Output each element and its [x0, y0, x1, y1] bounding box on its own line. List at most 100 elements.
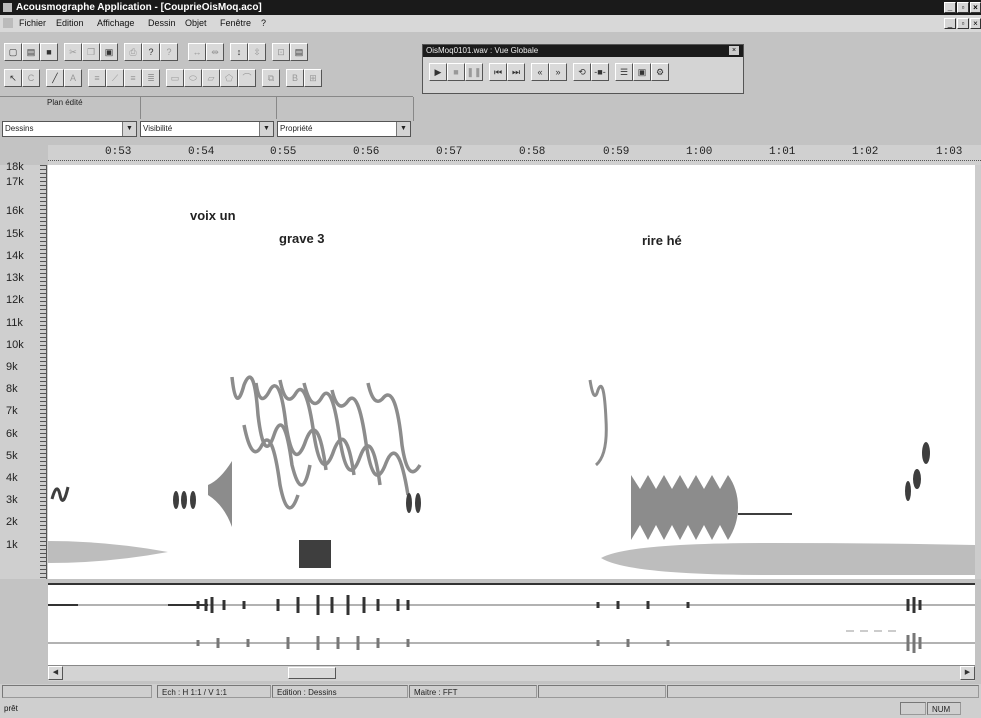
ellipse-shape: [601, 543, 975, 575]
align-right-icon[interactable]: ≡: [124, 69, 142, 87]
divider: [276, 97, 277, 119]
new-file-icon[interactable]: ▢: [4, 43, 22, 61]
group-icon[interactable]: B: [286, 69, 304, 87]
paste-icon[interactable]: ▣: [100, 43, 118, 61]
zoom-horizontal-out-icon[interactable]: ⇹: [206, 43, 224, 61]
pause-icon[interactable]: ❚❚: [465, 63, 483, 81]
marker-icon[interactable]: -■-: [591, 63, 609, 81]
dessins-value: Dessins: [5, 124, 34, 133]
drawing-shapes[interactable]: [48, 165, 975, 579]
ruler-label: 1:01: [769, 146, 796, 158]
doc-minimize-button[interactable]: _: [944, 18, 956, 29]
chevron-down-icon[interactable]: ▼: [259, 122, 273, 136]
text-tool-icon[interactable]: A: [64, 69, 82, 87]
y-label: 16k: [6, 205, 24, 217]
status-panel: [900, 702, 926, 715]
menu-edition[interactable]: Edition: [56, 15, 84, 32]
zoom-vertical-in-icon[interactable]: ↕: [230, 43, 248, 61]
shape-tool-icon[interactable]: ▱: [202, 69, 220, 87]
y-label: 6k: [6, 428, 18, 440]
cut-icon[interactable]: ✂: [64, 43, 82, 61]
doc-icon: [3, 18, 13, 28]
open-file-icon[interactable]: ▤: [22, 43, 40, 61]
status-bar: Ech : H 1:1 / V 1:1 Edition : Dessins Ma…: [0, 684, 981, 700]
ready-text: prêt: [4, 704, 18, 713]
curve-tool-icon[interactable]: ⌒: [238, 69, 256, 87]
ruler-label: 0:59: [603, 146, 630, 158]
go-end-icon[interactable]: ⏭: [507, 63, 525, 81]
vertical-scrollbar[interactable]: [975, 165, 981, 579]
restore-button[interactable]: ▫: [957, 2, 969, 13]
y-label: 9k: [6, 361, 18, 373]
title-bar: Acousmographe Application - [CouprieOisM…: [0, 0, 981, 15]
zoom-horizontal-in-icon[interactable]: ↔: [188, 43, 206, 61]
visibilite-select[interactable]: Visibilité ▼: [140, 121, 274, 137]
align-center-icon[interactable]: ≣: [142, 69, 160, 87]
frequency-axis: 18k 17k 16k 15k 14k 13k 12k 11k 10k 9k 8…: [0, 161, 48, 579]
align-left-icon[interactable]: ≡: [88, 69, 106, 87]
squiggle-shape: [588, 379, 608, 467]
doc-close-button[interactable]: ×: [970, 18, 981, 29]
rewind-icon[interactable]: «: [531, 63, 549, 81]
print-icon[interactable]: ⎙: [124, 43, 142, 61]
ruler-label: 1:02: [852, 146, 879, 158]
view-icon[interactable]: ▣: [633, 63, 651, 81]
bring-front-icon[interactable]: ⧉: [262, 69, 280, 87]
ellipse-tool-icon[interactable]: ⬭: [184, 69, 202, 87]
dot-shape: [181, 491, 187, 509]
zoom-vertical-out-icon[interactable]: ⇳: [248, 43, 266, 61]
copy-icon[interactable]: ❐: [82, 43, 100, 61]
divider: [140, 97, 141, 119]
status-panel: [2, 685, 152, 698]
scroll-left-icon[interactable]: ◀: [48, 666, 63, 680]
close-button[interactable]: ×: [970, 2, 981, 13]
propriete-select[interactable]: Propriété ▼: [277, 121, 411, 137]
horizontal-scrollbar[interactable]: ◀ ▶: [48, 665, 975, 681]
close-icon[interactable]: ×: [729, 46, 739, 55]
context-help-icon[interactable]: ?: [160, 43, 178, 61]
menu-objet[interactable]: Objet: [185, 15, 207, 32]
fit-icon[interactable]: ⊡: [272, 43, 290, 61]
poly-tool-icon[interactable]: ⬠: [220, 69, 238, 87]
loop-icon[interactable]: ⟲: [573, 63, 591, 81]
save-icon[interactable]: ■: [40, 43, 58, 61]
y-label: 5k: [6, 450, 18, 462]
menu-fenetre[interactable]: Fenêtre: [220, 15, 251, 32]
scroll-right-icon[interactable]: ▶: [960, 666, 975, 680]
chevron-down-icon[interactable]: ▼: [122, 122, 136, 136]
ungroup-icon[interactable]: ⊞: [304, 69, 322, 87]
pointer-tool-icon[interactable]: ↖: [4, 69, 22, 87]
stop-icon[interactable]: ■: [447, 63, 465, 81]
menu-dessin[interactable]: Dessin: [148, 15, 176, 32]
divider: [413, 97, 414, 121]
window-icon[interactable]: ▤: [290, 43, 308, 61]
dot-shape: [415, 493, 421, 513]
doc-restore-button[interactable]: ▫: [957, 18, 969, 29]
drawing-canvas[interactable]: voix un grave 3 rire hé: [48, 165, 975, 579]
tool-c-icon[interactable]: C: [22, 69, 40, 87]
time-ruler: 0:53 0:54 0:55 0:56 0:57 0:58 0:59 1:00 …: [48, 145, 981, 166]
go-start-icon[interactable]: ⏮: [489, 63, 507, 81]
list-icon[interactable]: ☰: [615, 63, 633, 81]
scroll-thumb[interactable]: [288, 667, 336, 679]
square-shape: [299, 540, 331, 568]
align-diag-icon[interactable]: ⟋: [106, 69, 124, 87]
menu-fichier[interactable]: Fichier: [19, 15, 46, 32]
bottom-status-bar: prêt NUM: [0, 700, 981, 718]
visibilite-value: Visibilité: [143, 124, 173, 133]
divider: [0, 96, 413, 97]
fast-forward-icon[interactable]: »: [549, 63, 567, 81]
waveform-view: [48, 583, 975, 667]
dessins-select[interactable]: Dessins ▼: [2, 121, 137, 137]
play-icon[interactable]: ▶: [429, 63, 447, 81]
ruler-label: 0:57: [436, 146, 463, 158]
settings-icon[interactable]: ⚙: [651, 63, 669, 81]
menu-help[interactable]: ?: [261, 15, 266, 32]
menu-affichage[interactable]: Affichage: [97, 15, 134, 32]
rect-tool-icon[interactable]: ▭: [166, 69, 184, 87]
line-tool-icon[interactable]: ╱: [46, 69, 64, 87]
minimize-button[interactable]: _: [944, 2, 956, 13]
ruler-label: 0:56: [353, 146, 380, 158]
chevron-down-icon[interactable]: ▼: [396, 122, 410, 136]
help-icon[interactable]: ?: [142, 43, 160, 61]
